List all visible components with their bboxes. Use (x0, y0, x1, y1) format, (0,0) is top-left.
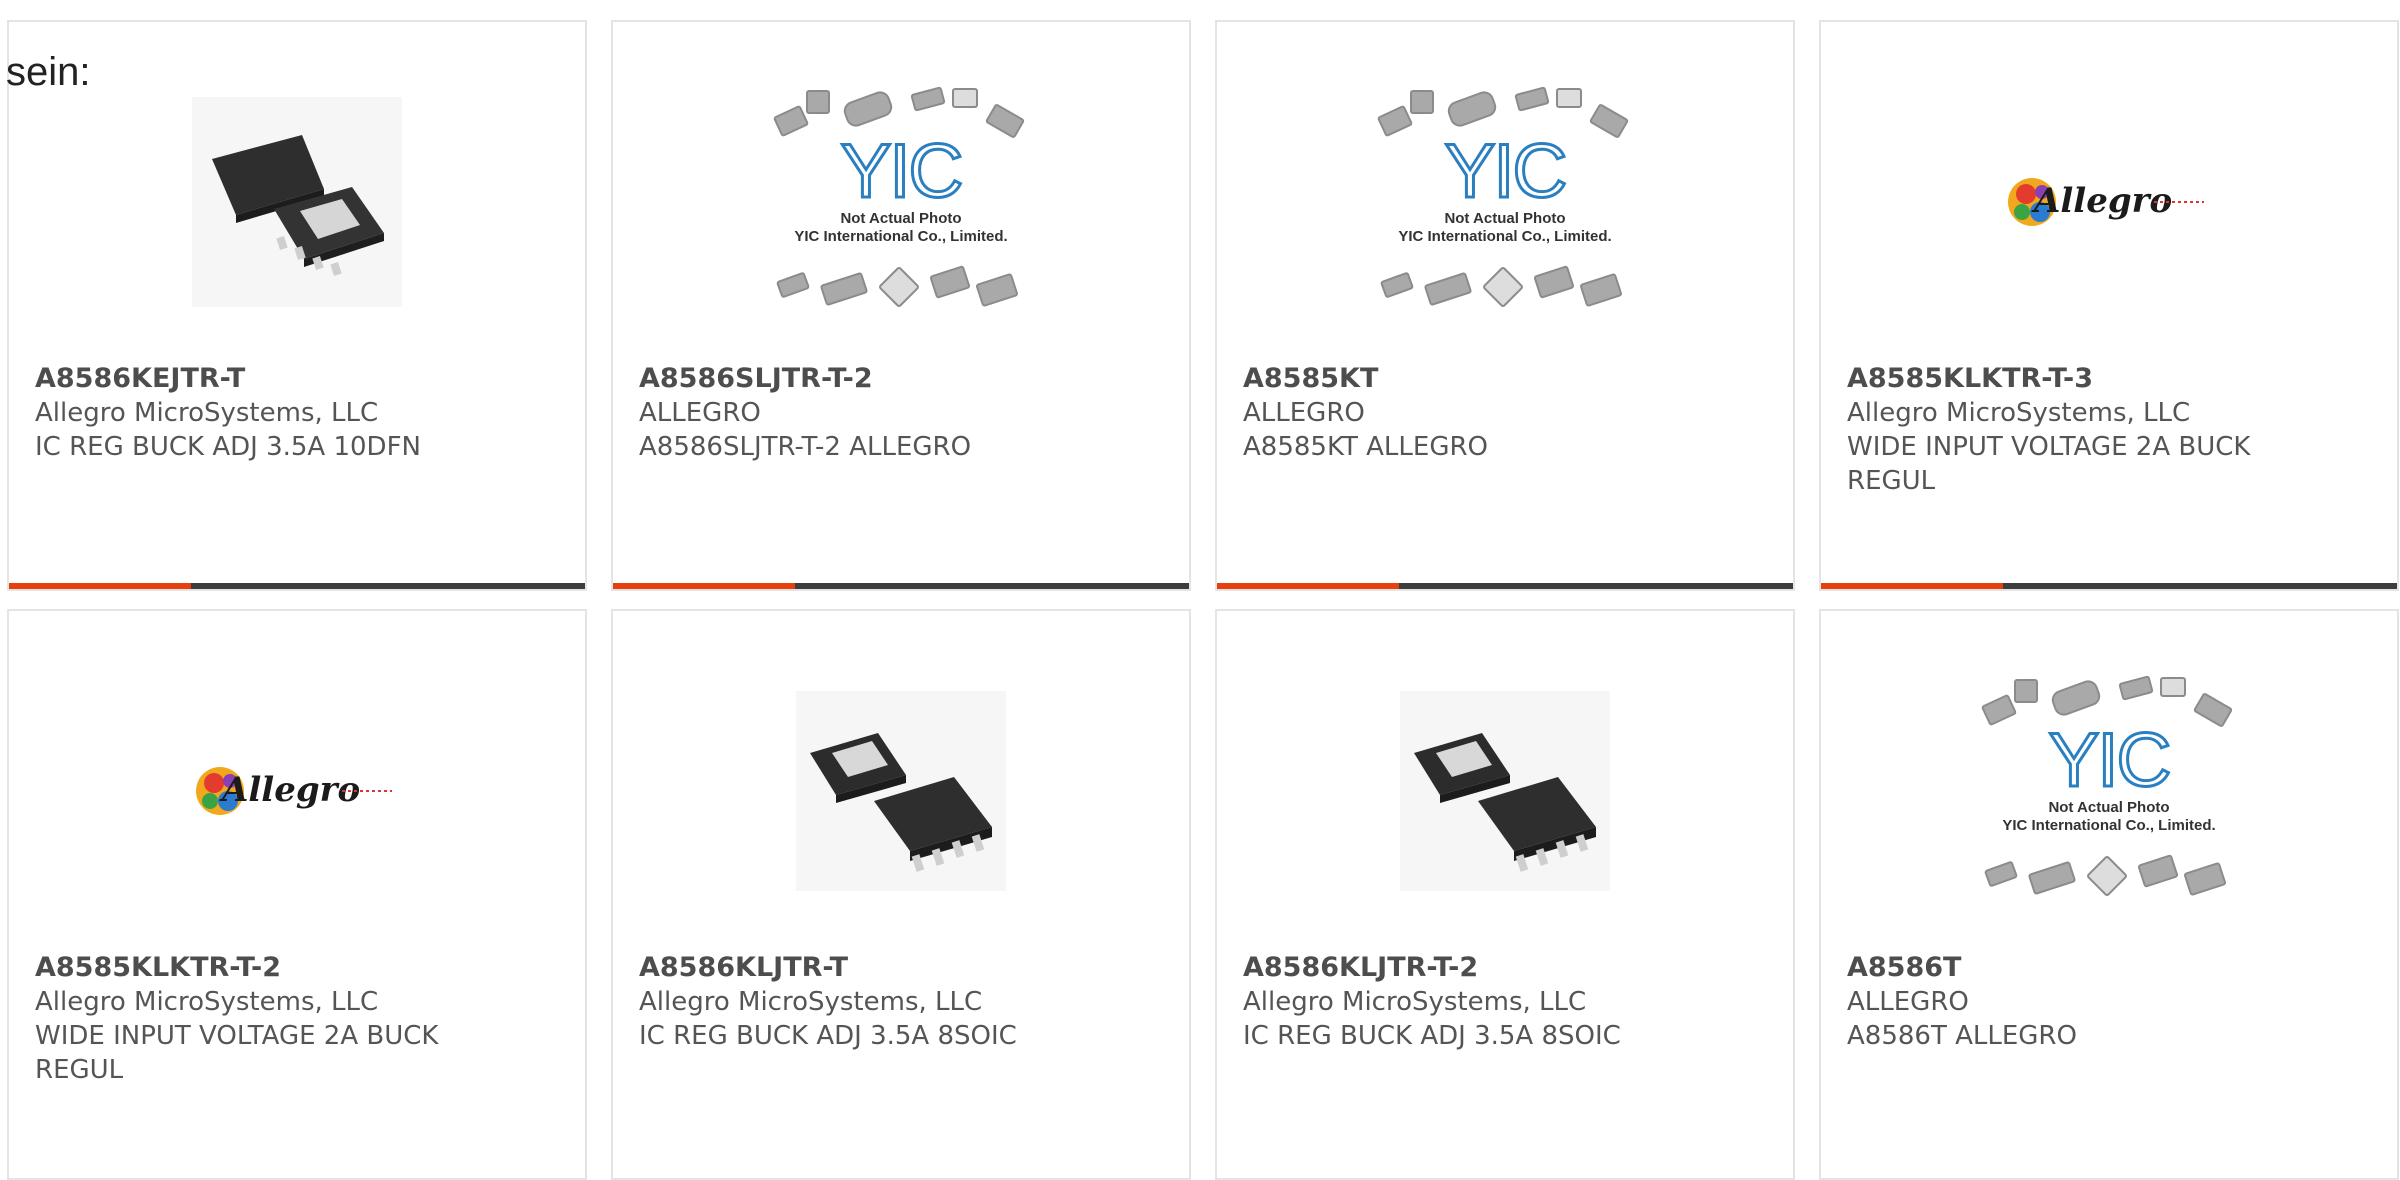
product-image-soic-chip[interactable] (1217, 671, 1793, 911)
manufacturer: ALLEGRO (1847, 987, 1969, 1017)
yic-monogram: YIC (839, 129, 965, 214)
product-image-allegro-logo[interactable]: Allegro (1821, 82, 2397, 322)
part-number-link[interactable]: A8586T (1847, 951, 2277, 985)
card-bottom-bar (9, 583, 585, 589)
card-bottom-bar (1821, 583, 2397, 589)
description: WIDE INPUT VOLTAGE 2A BUCK REGUL (35, 1021, 439, 1085)
description: IC REG BUCK ADJ 3.5A 10DFN (35, 432, 421, 462)
description: A8586SLJTR-T-2 ALLEGRO (639, 432, 972, 462)
placeholder-line-1: Not Actual Photo (840, 210, 962, 227)
allegro-logo-text: Allegro (2031, 181, 2172, 221)
product-image-allegro-logo[interactable]: Allegro (9, 671, 585, 911)
product-image-placeholder[interactable]: YIC Not Actual Photo YIC International C… (1217, 82, 1793, 322)
placeholder-line-2: YIC International Co., Limited. (2002, 817, 2216, 834)
product-card[interactable]: YIC Not Actual Photo YIC International C… (1215, 20, 1795, 591)
part-number-link[interactable]: A8585KT (1243, 362, 1673, 396)
product-image-dfn-chip[interactable] (9, 82, 585, 322)
yic-monogram: YIC (2047, 718, 2173, 803)
description: A8586T ALLEGRO (1847, 1021, 2077, 1051)
placeholder-line-2: YIC International Co., Limited. (1398, 228, 1612, 245)
part-number-link[interactable]: A8586SLJTR-T-2 (639, 362, 1069, 396)
product-card[interactable]: YIC Not Actual Photo YIC International C… (611, 20, 1191, 591)
product-card[interactable]: A8586KEJTR-T Allegro MicroSystems, LLC I… (7, 20, 587, 591)
allegro-logo: Allegro (196, 767, 392, 815)
part-number-link[interactable]: A8586KLJTR-T-2 (1243, 951, 1673, 985)
product-card[interactable]: YIC Not Actual Photo YIC International C… (1819, 609, 2399, 1180)
part-number-link[interactable]: A8585KLKTR-T-2 (35, 951, 465, 985)
product-card[interactable]: Allegro A8585KLKTR-T-2 Allegro MicroSyst… (7, 609, 587, 1180)
description: WIDE INPUT VOLTAGE 2A BUCK REGUL (1847, 432, 2251, 496)
accent-bar (1217, 583, 1399, 589)
part-number-link[interactable]: A8586KLJTR-T (639, 951, 1069, 985)
manufacturer: ALLEGRO (639, 398, 761, 428)
not-actual-photo-image: YIC Not Actual Photo YIC International C… (766, 82, 1036, 322)
description: A8585KT ALLEGRO (1243, 432, 1488, 462)
manufacturer: Allegro MicroSystems, LLC (1243, 987, 1587, 1017)
allegro-logo-text: Allegro (219, 770, 360, 810)
not-actual-photo-image: YIC Not Actual Photo YIC International C… (1370, 82, 1640, 322)
product-image-placeholder[interactable]: YIC Not Actual Photo YIC International C… (613, 82, 1189, 322)
accent-bar (9, 583, 191, 589)
card-bottom-bar (613, 583, 1189, 589)
placeholder-line-2: YIC International Co., Limited. (794, 228, 1008, 245)
manufacturer: Allegro MicroSystems, LLC (35, 398, 379, 428)
part-number-link[interactable]: A8585KLKTR-T-3 (1847, 362, 2277, 396)
section-heading: sein: (6, 50, 91, 94)
description: IC REG BUCK ADJ 3.5A 8SOIC (1243, 1021, 1621, 1051)
description: IC REG BUCK ADJ 3.5A 8SOIC (639, 1021, 1017, 1051)
manufacturer: Allegro MicroSystems, LLC (1847, 398, 2191, 428)
product-image-placeholder[interactable]: YIC Not Actual Photo YIC International C… (1821, 671, 2397, 911)
accent-bar (613, 583, 795, 589)
product-card[interactable]: A8586KLJTR-T-2 Allegro MicroSystems, LLC… (1215, 609, 1795, 1180)
placeholder-line-1: Not Actual Photo (2048, 799, 2170, 816)
product-image-soic-chip[interactable] (613, 671, 1189, 911)
part-number-link[interactable]: A8586KEJTR-T (35, 362, 465, 396)
manufacturer: Allegro MicroSystems, LLC (639, 987, 983, 1017)
product-grid: A8586KEJTR-T Allegro MicroSystems, LLC I… (7, 20, 2399, 1180)
allegro-logo: Allegro (2008, 178, 2204, 226)
product-card[interactable]: A8586KLJTR-T Allegro MicroSystems, LLC I… (611, 609, 1191, 1180)
manufacturer: Allegro MicroSystems, LLC (35, 987, 379, 1017)
accent-bar (1821, 583, 2003, 589)
card-bottom-bar (1217, 583, 1793, 589)
placeholder-line-1: Not Actual Photo (1444, 210, 1566, 227)
not-actual-photo-image: YIC Not Actual Photo YIC International C… (1974, 671, 2244, 911)
manufacturer: ALLEGRO (1243, 398, 1365, 428)
product-card[interactable]: Allegro A8585KLKTR-T-3 Allegro MicroSyst… (1819, 20, 2399, 591)
yic-monogram: YIC (1443, 129, 1569, 214)
